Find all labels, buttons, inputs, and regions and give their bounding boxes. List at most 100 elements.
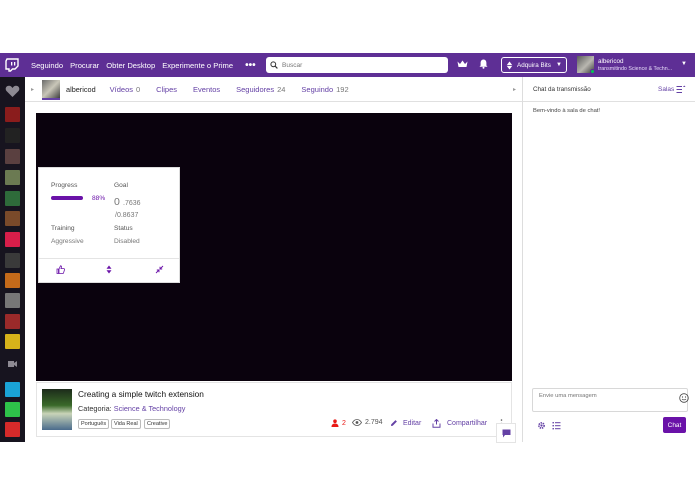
search-input[interactable]	[282, 61, 432, 69]
tab-label: Vídeos	[109, 84, 133, 94]
tag-creative[interactable]: Creative	[144, 419, 171, 429]
top-nav-bar: Seguindo Procurar Obter Desktop Experime…	[0, 53, 695, 77]
progress-label: Progress	[51, 182, 78, 189]
nav-following[interactable]: Seguindo	[31, 61, 63, 70]
scroll-right-icon[interactable]: ▸	[513, 86, 516, 93]
channel-avatar[interactable]	[42, 80, 61, 100]
search-icon	[270, 61, 278, 69]
video-camera-icon[interactable]	[5, 359, 20, 369]
person-icon	[331, 419, 339, 427]
followed-channel-avatar[interactable]	[5, 211, 20, 226]
rooms-button[interactable]: Salas	[658, 86, 674, 93]
toggle-chat-button[interactable]	[496, 423, 516, 443]
followed-channel-avatar[interactable]	[5, 149, 20, 164]
followed-channel-avatar[interactable]	[5, 422, 20, 437]
followed-channel-avatar[interactable]	[5, 273, 20, 288]
scroll-left-icon[interactable]: ▸	[31, 86, 34, 93]
tab-label: Seguidores	[236, 84, 275, 94]
tab-label: Eventos	[193, 84, 221, 94]
live-viewers: 2	[331, 419, 346, 427]
bits-icon	[506, 61, 513, 70]
tab-events[interactable]: Eventos	[193, 85, 220, 94]
category-box-art[interactable]	[42, 389, 72, 430]
followed-channel-avatar[interactable]	[5, 128, 20, 143]
channel-header-bar: ▸ albericod Vídeos 0 Clipes Eventos Segui…	[25, 77, 522, 102]
notifications-bell-icon[interactable]	[479, 59, 488, 69]
live-indicator	[42, 98, 61, 100]
tag-portuguese[interactable]: Português	[78, 419, 110, 429]
status-label: Status	[114, 225, 133, 232]
category-link[interactable]: Science & Technology	[114, 404, 186, 413]
training-value: Aggressive	[51, 238, 84, 245]
tab-count: 24	[277, 84, 286, 94]
share-button[interactable]: Compartilhar	[432, 419, 487, 428]
followed-channel-avatar[interactable]	[5, 253, 20, 268]
extension-panel: Progress 88% Goal 0 .7636 /0.8637 Traini…	[38, 167, 180, 283]
more-menu-button[interactable]: •••	[245, 60, 256, 71]
training-label: Training	[51, 225, 75, 232]
twitch-logo-icon[interactable]	[0, 53, 24, 77]
user-name[interactable]: albericod	[598, 58, 624, 65]
followed-channel-avatar[interactable]	[5, 293, 20, 308]
chat-input-box[interactable]	[532, 388, 689, 412]
followed-channel-avatar[interactable]	[5, 170, 20, 185]
search-box[interactable]	[266, 57, 448, 73]
tab-clips[interactable]: Clipes	[156, 85, 177, 94]
rooms-list-icon[interactable]	[676, 85, 686, 94]
edit-button[interactable]: Editar	[390, 419, 421, 427]
chat-send-button[interactable]: Chat	[663, 417, 686, 433]
progress-percent: 88%	[92, 195, 106, 202]
gear-icon[interactable]	[537, 421, 546, 430]
total-views: 2.794	[352, 419, 383, 426]
chat-title: Chat da transmissão	[533, 86, 591, 93]
viewer-list-icon[interactable]	[552, 421, 561, 430]
followed-channel-avatar[interactable]	[5, 402, 20, 417]
goal-label: Goal	[114, 182, 128, 189]
followed-channel-avatar[interactable]	[5, 191, 20, 206]
edit-label: Editar	[403, 419, 422, 427]
chat-bubble-icon	[502, 429, 511, 438]
user-menu-chevron-icon[interactable]: ▼	[681, 61, 687, 67]
category-prefix: Categoria:	[78, 404, 112, 413]
nav-get-desktop[interactable]: Obter Desktop	[106, 61, 155, 70]
nav-browse[interactable]: Procurar	[70, 61, 99, 70]
user-status: transmitindo Science & Techn...	[598, 66, 673, 72]
goal-target: /0.8637	[115, 212, 139, 219]
tab-following[interactable]: Seguindo 192	[301, 85, 348, 94]
tab-label: Clipes	[156, 84, 178, 94]
get-bits-button[interactable]: Adquira Bits ▼	[501, 57, 567, 73]
followed-channel-avatar[interactable]	[5, 232, 20, 247]
category-line: Categoria: Science & Technology	[78, 404, 185, 413]
pencil-icon	[390, 419, 398, 427]
stream-info-bar: Creating a simple twitch extension Categ…	[36, 382, 512, 437]
minimize-icon[interactable]	[155, 265, 164, 274]
tag-vida-real[interactable]: Vida Real	[111, 419, 141, 429]
followed-channel-avatar[interactable]	[5, 382, 20, 397]
tab-followers[interactable]: Seguidores 24	[236, 85, 285, 94]
followed-channel-avatar[interactable]	[5, 107, 20, 122]
user-avatar[interactable]	[577, 56, 595, 74]
prime-crown-icon[interactable]	[457, 60, 468, 68]
tab-videos[interactable]: Vídeos 0	[110, 85, 141, 94]
share-label: Compartilhar	[447, 420, 488, 427]
chat-message-input[interactable]	[539, 393, 659, 399]
view-count: 2.794	[365, 419, 383, 426]
followed-channel-avatar[interactable]	[5, 314, 20, 329]
tab-count: 0	[136, 84, 141, 94]
followed-channel-avatar[interactable]	[5, 334, 20, 349]
status-value: Disabled	[114, 238, 140, 245]
divider	[39, 258, 179, 259]
tab-label: Seguindo	[301, 84, 334, 94]
sort-arrows-icon[interactable]	[106, 265, 112, 274]
tab-count: 192	[336, 84, 349, 94]
emote-smiley-icon[interactable]	[679, 393, 689, 403]
stream-title: Creating a simple twitch extension	[78, 389, 204, 399]
chat-panel: Chat da transmissão Salas Bem-vindo à sa…	[522, 77, 695, 442]
left-sidebar	[0, 77, 25, 442]
channel-name[interactable]: albericod	[66, 85, 96, 94]
heart-icon[interactable]	[5, 85, 20, 98]
thumbs-up-icon[interactable]	[56, 265, 65, 274]
nav-try-prime[interactable]: Experimente o Prime	[162, 61, 233, 70]
eye-icon	[352, 419, 362, 426]
progress-bar	[51, 196, 83, 200]
